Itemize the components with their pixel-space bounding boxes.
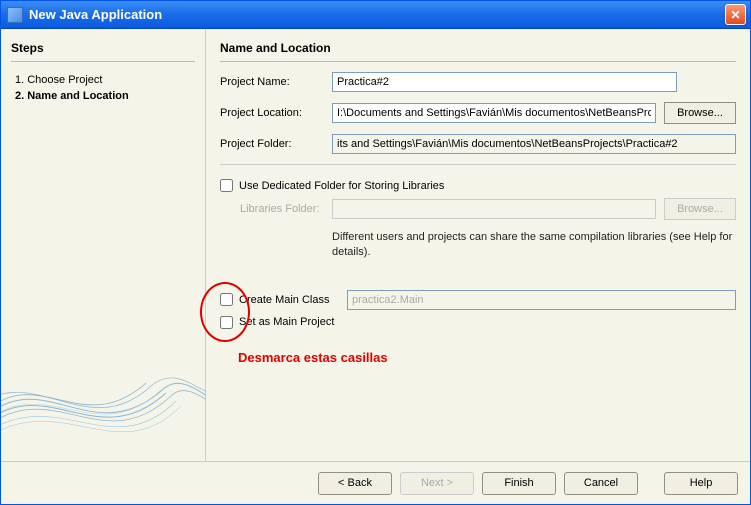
project-folder-label: Project Folder:	[220, 138, 332, 150]
dedicated-folder-row: Use Dedicated Folder for Storing Librari…	[220, 179, 736, 192]
project-name-row: Project Name:	[220, 72, 736, 92]
project-location-input[interactable]	[332, 103, 656, 123]
app-icon	[7, 7, 23, 23]
project-folder-input	[332, 134, 736, 154]
libraries-hint: Different users and projects can share t…	[332, 230, 736, 260]
libraries-folder-row: Libraries Folder: Browse...	[240, 198, 736, 220]
set-main-project-checkbox[interactable]	[220, 316, 233, 329]
libraries-folder-input	[332, 199, 656, 219]
project-location-row: Project Location: Browse...	[220, 102, 736, 124]
annotation-text: Desmarca estas casillas	[238, 350, 388, 365]
content-area: Steps Choose Project Name and Location N…	[1, 29, 750, 461]
help-button[interactable]: Help	[664, 472, 738, 495]
main-class-input	[347, 290, 736, 310]
set-main-project-row: Set as Main Project	[220, 316, 736, 329]
button-bar: < Back Next > Finish Cancel Help	[1, 461, 750, 504]
set-main-project-label: Set as Main Project	[239, 316, 334, 328]
back-button[interactable]: < Back	[318, 472, 392, 495]
project-location-label: Project Location:	[220, 107, 332, 119]
create-main-class-label: Create Main Class	[239, 294, 339, 306]
steps-list: Choose Project Name and Location	[11, 72, 195, 104]
browse-libraries-button: Browse...	[664, 198, 736, 220]
step-item: Name and Location	[15, 88, 195, 104]
main-panel: Name and Location Project Name: Project …	[206, 29, 750, 461]
titlebar: New Java Application ✕	[1, 1, 750, 29]
cancel-button[interactable]: Cancel	[564, 472, 638, 495]
dedicated-folder-label: Use Dedicated Folder for Storing Librari…	[239, 180, 444, 192]
steps-sidebar: Steps Choose Project Name and Location	[1, 29, 206, 461]
browse-location-button[interactable]: Browse...	[664, 102, 736, 124]
next-button: Next >	[400, 472, 474, 495]
project-name-input[interactable]	[332, 72, 677, 92]
finish-button[interactable]: Finish	[482, 472, 556, 495]
project-folder-row: Project Folder:	[220, 134, 736, 154]
create-main-class-checkbox[interactable]	[220, 293, 233, 306]
libraries-folder-label: Libraries Folder:	[240, 203, 332, 215]
decorative-waves	[1, 341, 206, 461]
project-name-label: Project Name:	[220, 76, 332, 88]
window-title: New Java Application	[29, 7, 725, 22]
close-icon[interactable]: ✕	[725, 4, 746, 25]
step-item: Choose Project	[15, 72, 195, 88]
dedicated-folder-checkbox[interactable]	[220, 179, 233, 192]
separator	[220, 164, 736, 165]
steps-heading: Steps	[11, 41, 195, 62]
panel-heading: Name and Location	[220, 41, 736, 62]
create-main-class-row: Create Main Class	[220, 290, 736, 310]
